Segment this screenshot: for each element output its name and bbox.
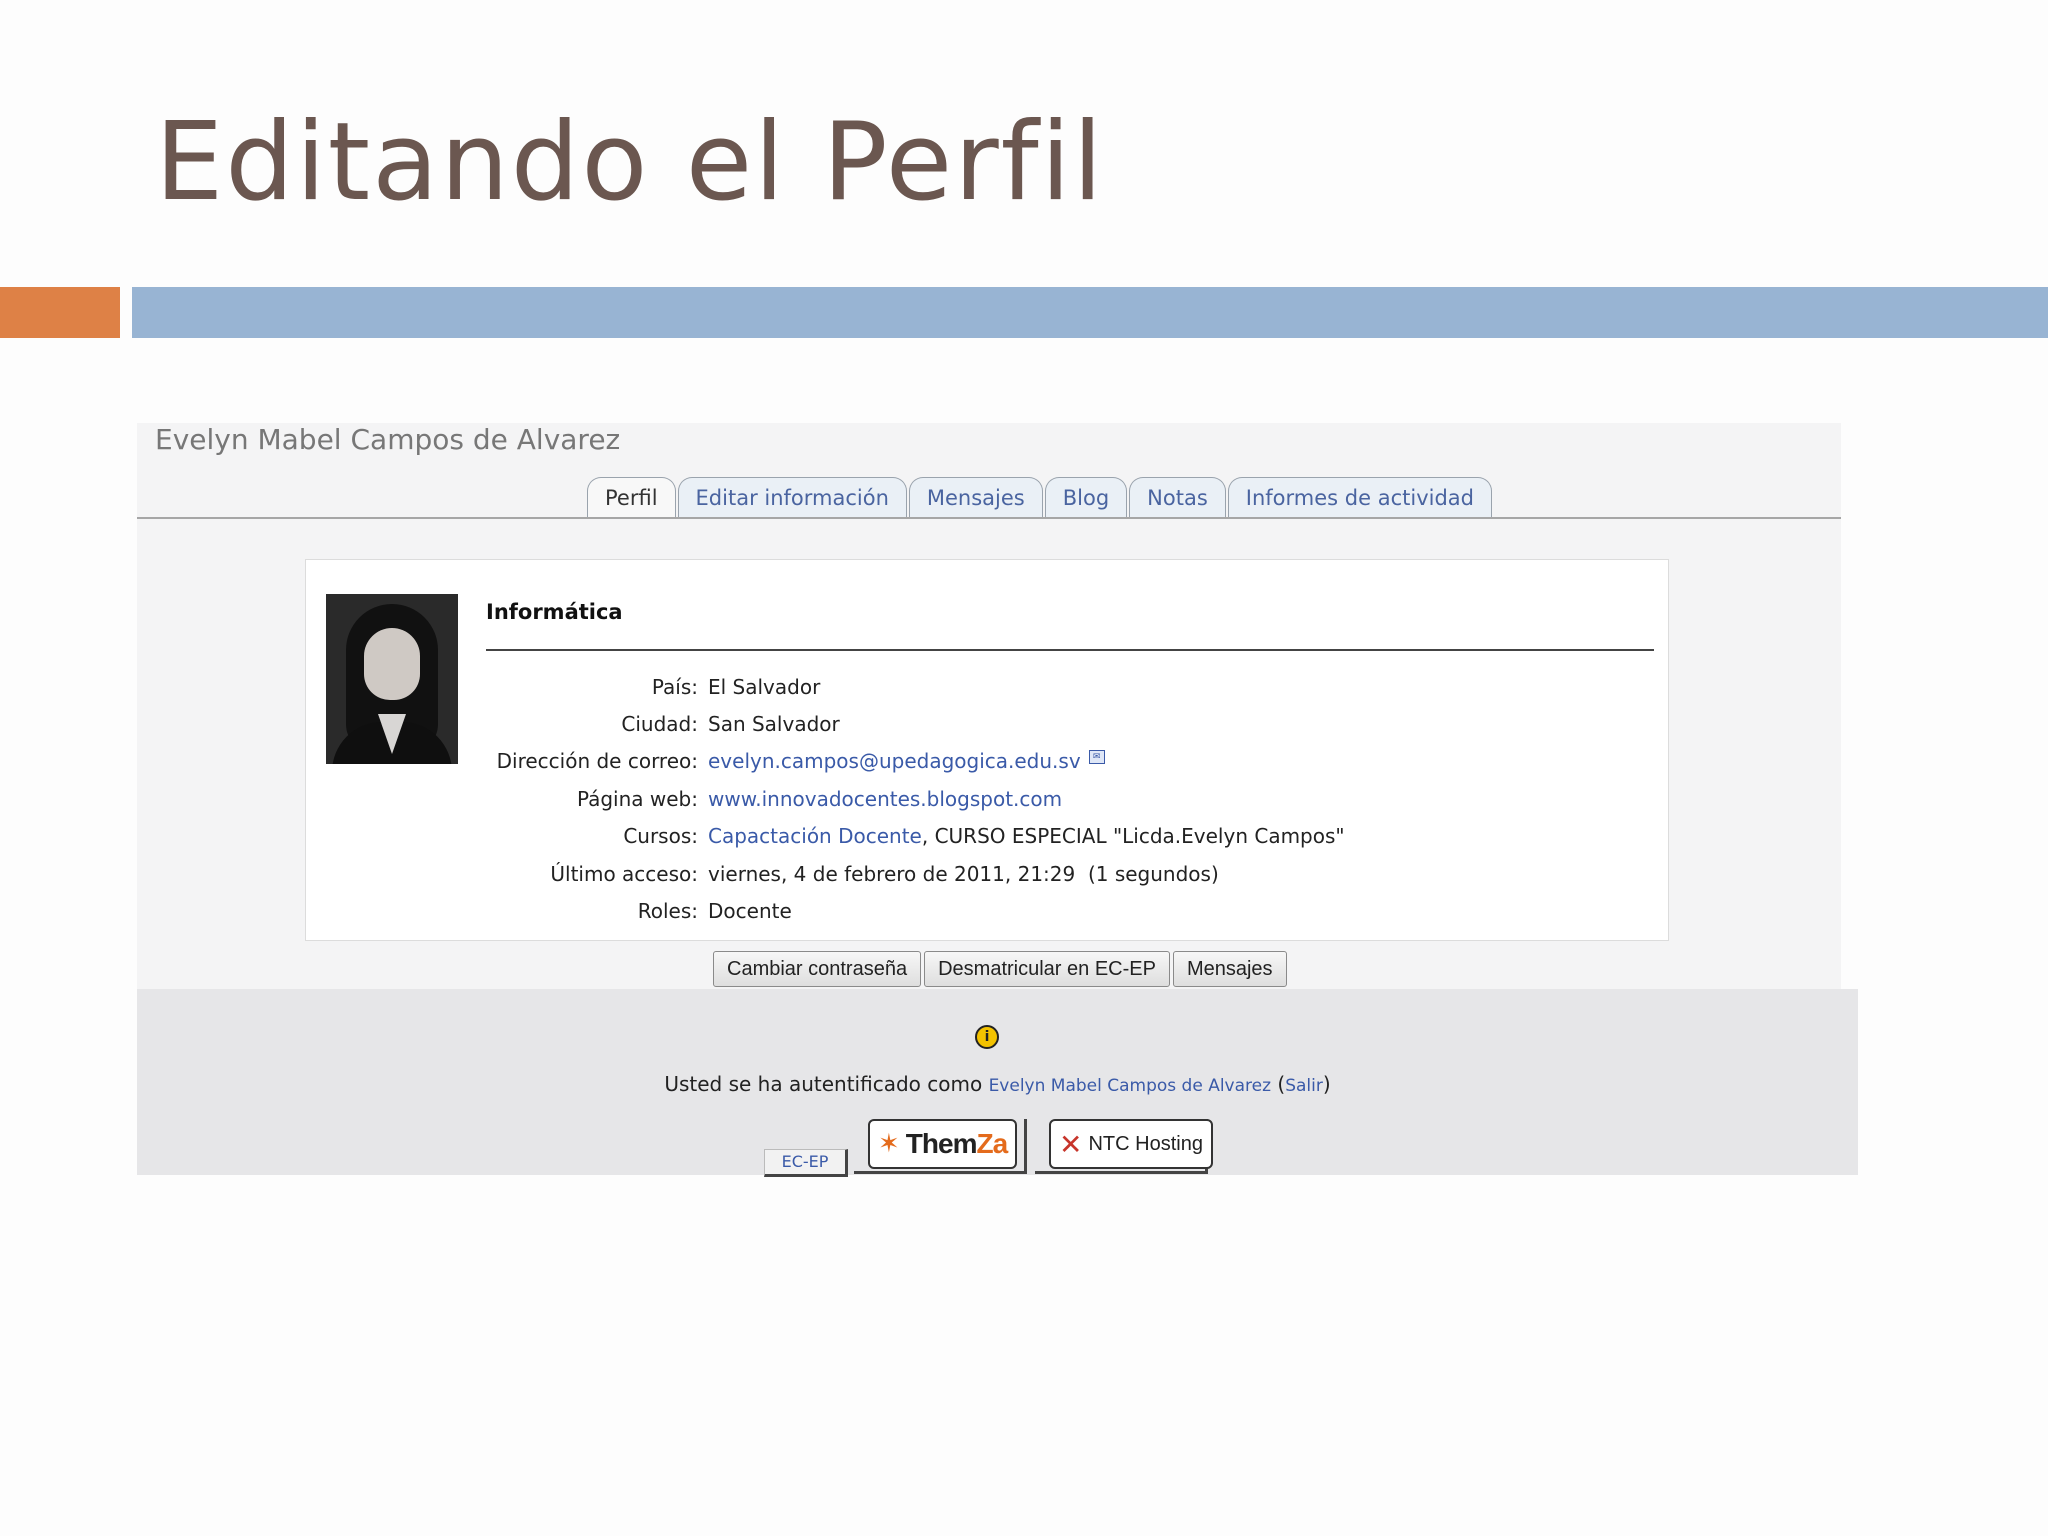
field-row-pais: País: El Salvador: [448, 668, 1345, 705]
home-link[interactable]: EC-EP: [764, 1149, 848, 1177]
department-title: Informática: [486, 600, 623, 624]
profile-tabs: Perfil Editar información Mensajes Blog …: [587, 477, 1494, 518]
auth-user-link[interactable]: Evelyn Mabel Campos de Alvarez: [989, 1076, 1271, 1096]
accent-bar-blue: [132, 287, 2048, 338]
tab-perfil[interactable]: Perfil: [587, 477, 676, 518]
ntc-hosting-logo[interactable]: ✕ NTC Hosting: [1049, 1119, 1213, 1169]
tabs-divider: [137, 517, 1841, 519]
slide-title: Editando el Perfil: [155, 100, 1105, 225]
tab-editar-informacion[interactable]: Editar información: [677, 477, 907, 518]
logo-text-za: Za: [976, 1128, 1008, 1159]
tab-mensajes[interactable]: Mensajes: [908, 477, 1043, 518]
field-label: Página web:: [576, 786, 698, 811]
accent-bar-orange: [0, 287, 120, 338]
tab-blog[interactable]: Blog: [1044, 477, 1128, 518]
web-link[interactable]: www.innovadocentes.blogspot.com: [708, 787, 1062, 811]
field-value: El Salvador: [708, 674, 821, 699]
tab-notas[interactable]: Notas: [1129, 477, 1226, 518]
logo-text-them: Them: [905, 1128, 978, 1159]
field-label: Ciudad:: [621, 712, 698, 737]
course-link[interactable]: Capactación Docente: [708, 824, 922, 848]
field-label: Dirección de correo:: [496, 749, 698, 774]
field-value: viernes, 4 de febrero de 2011, 21:29 (1 …: [708, 861, 1219, 886]
field-row-correo: Dirección de correo: evelyn.campos@upeda…: [448, 743, 1345, 780]
page-footer: i Usted se ha autentificado como Evelyn …: [137, 989, 1858, 1177]
info-icon: i: [975, 1025, 999, 1049]
field-row-ciudad: Ciudad: San Salvador: [448, 705, 1345, 742]
photo-face: [364, 628, 420, 700]
field-value: San Salvador: [708, 712, 840, 737]
logo-text-ntc: NTC Hosting: [1088, 1132, 1203, 1155]
field-label: Roles:: [637, 899, 698, 924]
profile-actions: Cambiar contraseña Desmatricular en EC-E…: [713, 951, 1290, 987]
field-row-acceso: Último acceso: viernes, 4 de febrero de …: [448, 855, 1345, 892]
profile-screenshot: Evelyn Mabel Campos de Alvarez Perfil Ed…: [137, 423, 1841, 989]
tab-informes-actividad[interactable]: Informes de actividad: [1227, 477, 1492, 518]
user-name-heading: Evelyn Mabel Campos de Alvarez: [155, 423, 621, 456]
themza-logo-wrap: ✶ ThemZa: [854, 1119, 1027, 1174]
ntc-logo-wrap: ✕ NTC Hosting: [1035, 1119, 1213, 1174]
field-row-cursos: Cursos: Capactación Docente , CURSO ESPE…: [448, 818, 1345, 855]
logout-link[interactable]: Salir: [1285, 1076, 1323, 1096]
messages-button[interactable]: Mensajes: [1172, 951, 1287, 987]
field-label: Último acceso:: [550, 861, 698, 886]
email-icon[interactable]: ✉: [1088, 750, 1105, 765]
paren-open: (: [1271, 1072, 1286, 1096]
profile-fields: País: El Salvador Ciudad: San Salvador D…: [448, 668, 1345, 930]
themza-logo[interactable]: ✶ ThemZa: [868, 1119, 1018, 1169]
email-link[interactable]: evelyn.campos@upedagogica.edu.sv: [708, 749, 1081, 773]
field-value: Docente: [708, 899, 792, 924]
profile-card: Informática País: El Salvador Ciudad: Sa…: [305, 559, 1669, 941]
star-icon: ✶: [878, 1129, 900, 1159]
ntc-x-icon: ✕: [1059, 1127, 1083, 1161]
unenrol-button[interactable]: Desmatricular en EC-EP: [924, 951, 1170, 987]
auth-prefix: Usted se ha autentificado como: [664, 1072, 989, 1096]
field-label: País:: [651, 674, 698, 699]
user-photo: [326, 594, 458, 764]
auth-status: Usted se ha autentificado como Evelyn Ma…: [137, 1072, 1858, 1096]
paren-close: ): [1322, 1072, 1331, 1096]
course-rest: , CURSO ESPECIAL "Licda.Evelyn Campos": [921, 824, 1345, 849]
field-row-web: Página web: www.innovadocentes.blogspot.…: [448, 780, 1345, 817]
department-divider: [486, 649, 1654, 651]
field-label: Cursos:: [623, 824, 698, 849]
field-row-roles: Roles: Docente: [448, 892, 1345, 929]
change-password-button[interactable]: Cambiar contraseña: [713, 951, 922, 987]
